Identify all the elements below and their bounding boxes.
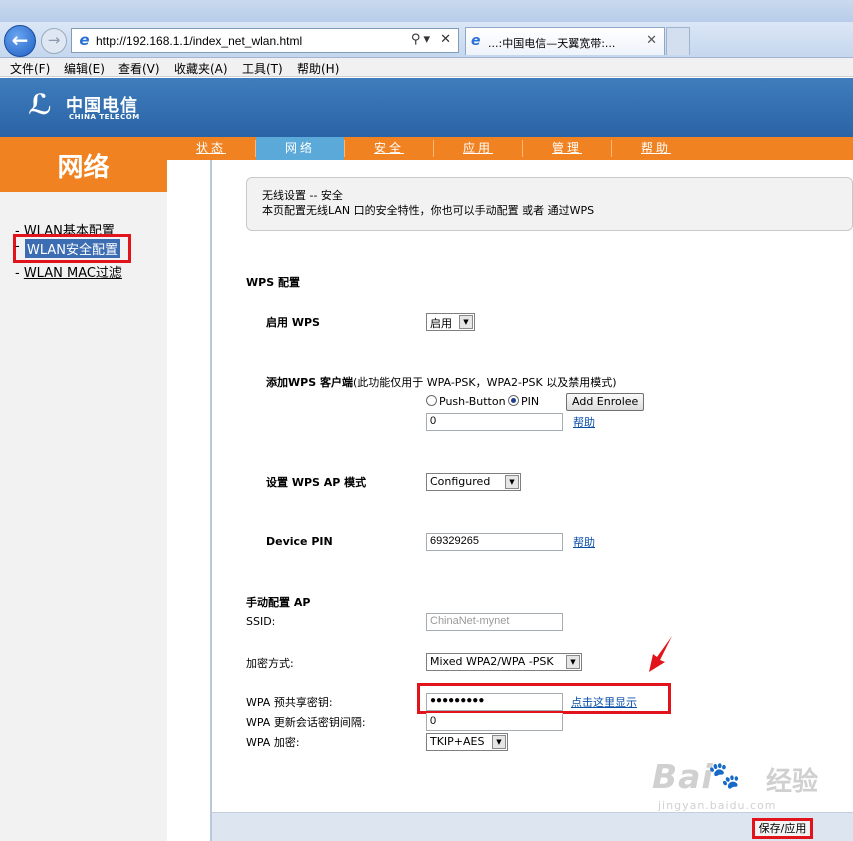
- new-tab-button[interactable]: [666, 27, 690, 55]
- left-nav: [0, 192, 167, 841]
- push-button-radio[interactable]: [426, 395, 437, 406]
- wps-heading: WPS 配置: [246, 276, 300, 289]
- tab-security[interactable]: 安全: [345, 137, 433, 160]
- window-titlebar: [0, 0, 853, 22]
- left-nav-item-wlan-mac[interactable]: - WLAN MAC过滤: [15, 262, 122, 281]
- client-pin-input[interactable]: 0: [426, 413, 563, 431]
- add-enrolee-button[interactable]: Add Enrolee: [566, 393, 645, 411]
- paw-icon: 🐾: [708, 761, 741, 791]
- left-nav-label[interactable]: WLAN安全配置: [25, 239, 121, 258]
- left-nav-item-wlan-security[interactable]: - WLAN安全配置: [13, 234, 131, 263]
- forward-button[interactable]: →: [41, 28, 67, 54]
- tab-close-icon[interactable]: ✕: [646, 33, 657, 48]
- tab-network[interactable]: 网络: [256, 137, 344, 160]
- menu-favorites[interactable]: 收藏夹(A): [174, 60, 228, 77]
- left-nav-prefix: -: [15, 266, 24, 281]
- tab-title: ...:中国电信—天翼宽带:...: [488, 37, 616, 50]
- back-button[interactable]: ←: [4, 25, 36, 57]
- encryption-value: Mixed WPA2/WPA -PSK: [430, 655, 554, 668]
- pin-radio-label: PIN: [521, 395, 540, 408]
- save-apply-button[interactable]: 保存/应用: [752, 818, 813, 839]
- rekey-input[interactable]: 0: [426, 713, 563, 731]
- cipher-value: TKIP+AES: [430, 735, 485, 748]
- watermark-brand: Bai: [652, 757, 714, 796]
- menu-file[interactable]: 文件(F): [10, 60, 50, 77]
- info-box: 无线设置 -- 安全 本页配置无线LAN 口的安全特性，你也可以手动配置 或者 …: [246, 177, 853, 231]
- address-bar[interactable]: e http://192.168.1.1/index_net_wlan.html…: [71, 28, 459, 53]
- logo-text-en: CHINA TELECOM: [69, 113, 140, 121]
- address-url: http://192.168.1.1/index_net_wlan.html: [96, 34, 303, 48]
- device-pin-label: Device PIN: [266, 535, 333, 548]
- help-link-device-pin[interactable]: 帮助: [573, 534, 595, 550]
- baidu-watermark: Bai 🐾 经验 jingyan.baidu.com: [652, 757, 852, 817]
- encryption-select[interactable]: Mixed WPA2/WPA -PSK ▼: [426, 653, 582, 671]
- add-wps-client-label: 添加WPS 客户端(此功能仅用于 WPA-PSK，WPA2-PSK 以及禁用模式…: [266, 374, 617, 390]
- chevron-down-icon: ▼: [505, 475, 519, 489]
- watermark-cn: 经验: [766, 767, 819, 797]
- content-divider: [210, 160, 212, 841]
- help-link-pin[interactable]: 帮助: [573, 414, 595, 430]
- left-nav-prefix: -: [15, 239, 20, 254]
- section-header: 网络: [0, 137, 167, 192]
- address-tools[interactable]: ⚲▾ ✕: [411, 32, 454, 47]
- add-wps-client-title: 添加WPS 客户端: [266, 376, 353, 389]
- menu-tools[interactable]: 工具(T): [242, 60, 283, 77]
- info-description: 本页配置无线LAN 口的安全特性，你也可以手动配置 或者 通过WPS: [262, 204, 595, 217]
- ie-icon: e: [79, 31, 90, 49]
- enable-wps-value: 启用: [430, 317, 452, 330]
- watermark-url: jingyan.baidu.com: [658, 799, 777, 812]
- pin-radio[interactable]: [508, 395, 519, 406]
- device-pin-input[interactable]: 69329265: [426, 533, 563, 551]
- wps-ap-mode-label: 设置 WPS AP 模式: [266, 476, 367, 489]
- china-telecom-logo-icon: ℒ: [28, 88, 52, 121]
- encryption-label: 加密方式:: [246, 657, 294, 670]
- ie-tab-icon: e: [471, 33, 481, 49]
- menu-bar: 文件(F) 编辑(E) 查看(V) 收藏夹(A) 工具(T) 帮助(H): [0, 58, 853, 77]
- browser-navbar: ← → e http://192.168.1.1/index_net_wlan.…: [0, 22, 853, 58]
- tab-management[interactable]: 管理: [523, 137, 611, 160]
- router-header: ℒ 中国电信 CHINA TELECOM: [0, 78, 853, 137]
- rekey-label: WPA 更新会话密钥间隔:: [246, 716, 366, 729]
- menu-edit[interactable]: 编辑(E): [64, 60, 105, 77]
- info-title: 无线设置 -- 安全: [262, 189, 343, 202]
- enable-wps-select[interactable]: 启用 ▼: [426, 313, 475, 331]
- tab-application[interactable]: 应用: [434, 137, 522, 160]
- ssid-label: SSID:: [246, 615, 276, 628]
- manual-ap-heading: 手动配置 AP: [246, 596, 311, 609]
- push-button-radio-label: Push-Button: [439, 395, 506, 408]
- tab-help[interactable]: 帮助: [612, 137, 700, 160]
- enable-wps-label: 启用 WPS: [266, 316, 320, 329]
- cipher-select[interactable]: TKIP+AES ▼: [426, 733, 508, 751]
- top-tabs: 状态 网络 安全 应用 管理 帮助: [167, 137, 853, 160]
- wps-ap-mode-select[interactable]: Configured ▼: [426, 473, 521, 491]
- tab-status[interactable]: 状态: [167, 137, 255, 160]
- menu-view[interactable]: 查看(V): [118, 60, 160, 77]
- add-wps-client-note: (此功能仅用于 WPA-PSK，WPA2-PSK 以及禁用模式): [352, 376, 617, 389]
- ssid-input[interactable]: ChinaNet-mynet: [426, 613, 563, 631]
- menu-help[interactable]: 帮助(H): [297, 60, 339, 77]
- left-nav-label[interactable]: WLAN MAC过滤: [24, 266, 122, 281]
- section-title: 网络: [57, 153, 110, 183]
- wps-ap-mode-value: Configured: [430, 475, 491, 488]
- browser-tab[interactable]: e ...:中国电信—天翼宽带:... ✕: [465, 27, 665, 55]
- chevron-down-icon: ▼: [566, 655, 580, 669]
- chevron-down-icon: ▼: [492, 735, 506, 749]
- psk-label: WPA 预共享密钥:: [246, 696, 333, 709]
- chevron-down-icon: ▼: [459, 315, 473, 329]
- cipher-label: WPA 加密:: [246, 736, 300, 749]
- psk-highlight-box: [417, 683, 671, 714]
- red-arrow-icon: [649, 636, 672, 672]
